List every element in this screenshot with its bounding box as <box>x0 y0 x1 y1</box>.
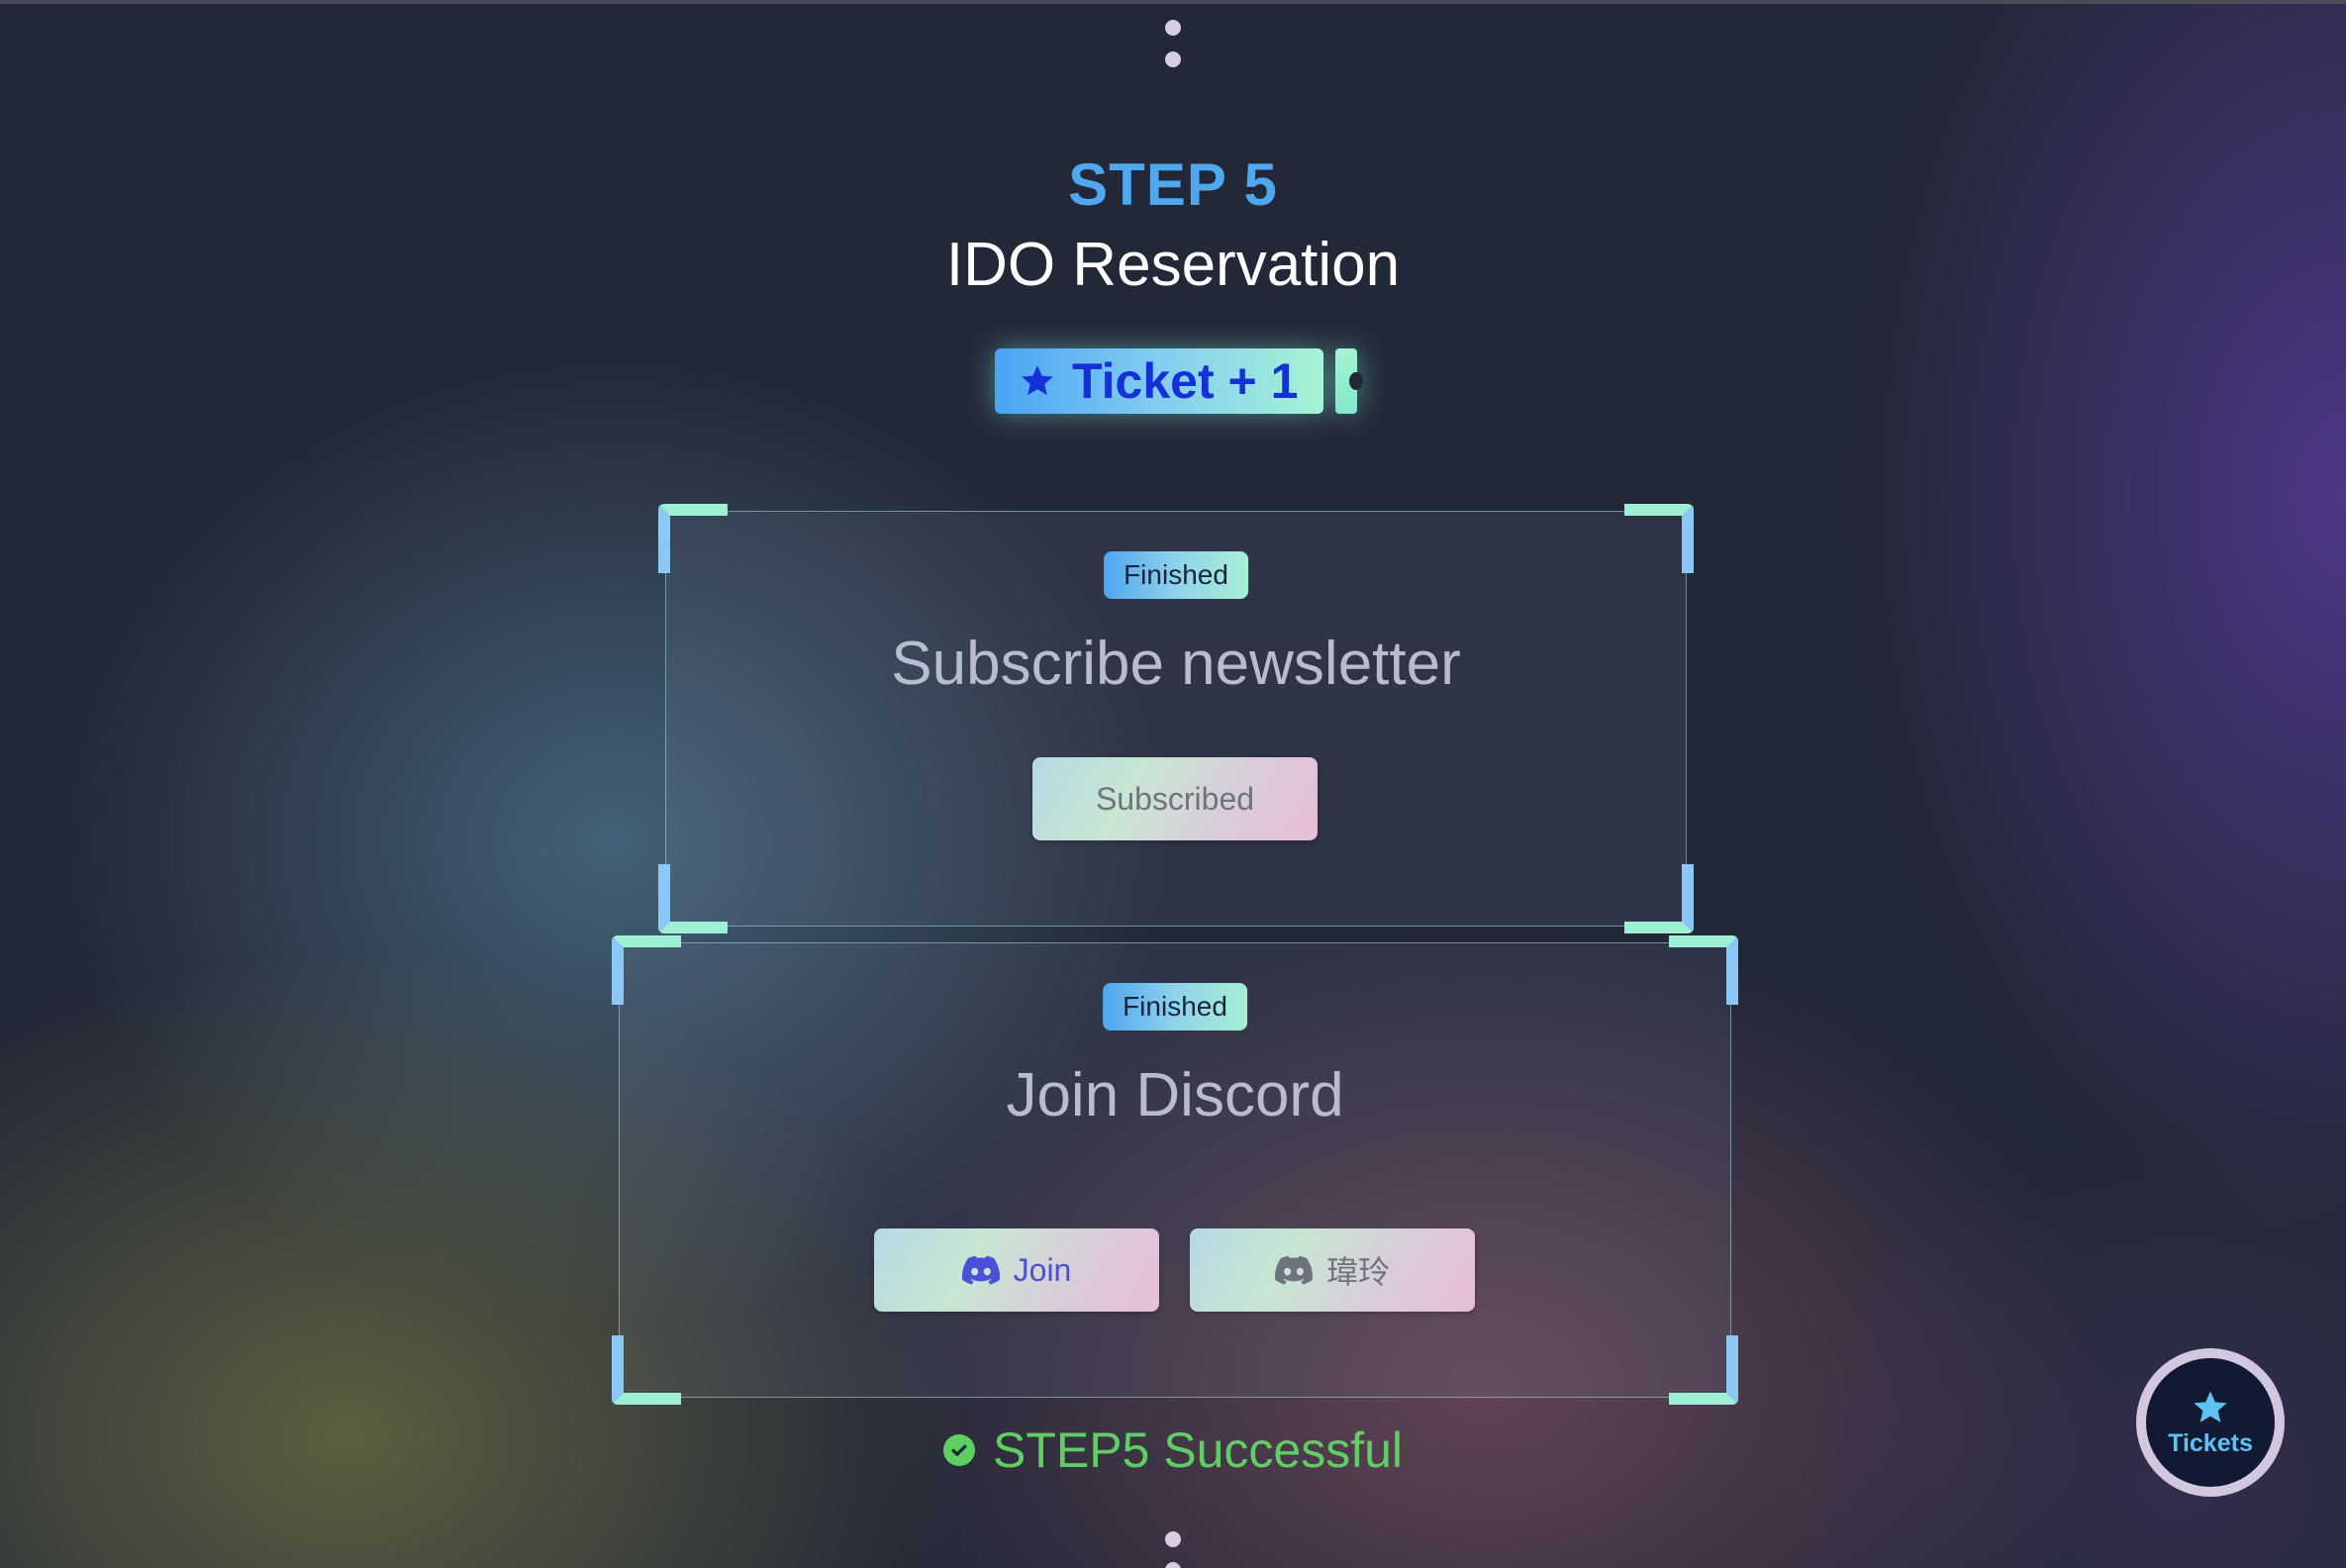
timeline-dot <box>1165 51 1181 67</box>
card-corner <box>1624 504 1694 573</box>
step-title: IDO Reservation <box>945 231 1401 299</box>
ticket-label: Ticket + 1 <box>1072 353 1299 409</box>
card-corner <box>658 864 728 933</box>
discord-icon <box>961 1255 1000 1285</box>
status-badge: Finished <box>1103 983 1247 1030</box>
step-success-message: STEP5 Successful <box>0 1421 2346 1479</box>
timeline-dot <box>1165 1531 1181 1547</box>
subscribed-label: Subscribed <box>1095 780 1255 817</box>
star-icon <box>2191 1388 2230 1427</box>
tickets-label: Tickets <box>2168 1428 2253 1457</box>
card-corner <box>1624 864 1694 933</box>
success-text: STEP5 Successful <box>992 1422 1404 1478</box>
subscribed-button[interactable]: Subscribed <box>1032 757 1318 840</box>
tickets-fab-button[interactable]: Tickets <box>2136 1348 2285 1497</box>
discord-user-button[interactable]: 瑋玲 <box>1190 1228 1475 1312</box>
card-corner <box>612 1335 681 1405</box>
card-corner <box>1669 935 1738 1005</box>
task-card-newsletter: Finished Subscribe newsletter Subscribed <box>658 504 1694 933</box>
step-number: STEP 5 <box>1068 151 1278 218</box>
timeline-dot <box>1165 20 1181 36</box>
top-border <box>0 0 2346 4</box>
discord-username-label: 瑋玲 <box>1325 1254 1390 1290</box>
card-corner <box>658 504 728 573</box>
task-card-discord: Finished Join Discord Join 瑋玲 <box>612 935 1738 1405</box>
join-label: Join <box>1013 1251 1072 1288</box>
status-badge: Finished <box>1104 551 1248 599</box>
ticket-stub <box>1335 348 1363 414</box>
card-corner <box>612 935 681 1005</box>
discord-icon <box>1275 1255 1313 1285</box>
task-title: Join Discord <box>1006 1061 1344 1129</box>
check-circle-icon <box>942 1434 975 1466</box>
star-icon <box>1019 362 1056 400</box>
task-title: Subscribe newsletter <box>891 630 1461 698</box>
card-corner <box>1669 1335 1738 1405</box>
ticket-reward-badge: Ticket + 1 <box>995 348 1363 414</box>
join-discord-button[interactable]: Join <box>874 1228 1159 1312</box>
